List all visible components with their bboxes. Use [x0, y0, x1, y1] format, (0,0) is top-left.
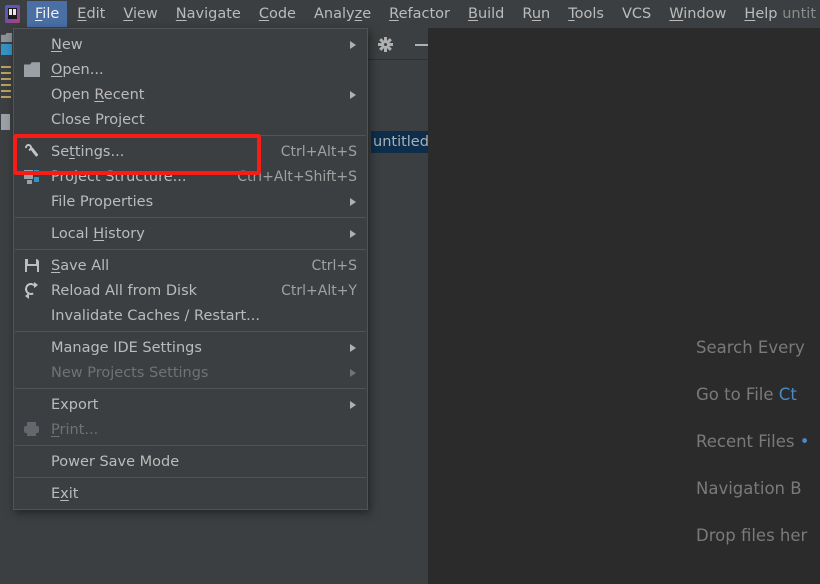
menu-item-label: File Properties [51, 193, 154, 210]
menu-item-label: New Projects Settings [51, 364, 209, 381]
menu-item-shortcut: Ctrl+S [311, 257, 357, 274]
menu-item-label: Reload All from Disk [51, 282, 198, 299]
chevron-right-icon [350, 41, 356, 49]
menu-separator [15, 135, 366, 136]
menu-item-project-structure[interactable]: Project Structure... Ctrl+Alt+Shift+S [14, 164, 367, 189]
menu-item-label: Export [51, 396, 99, 413]
menu-item-shortcut: Ctrl+Alt+Y [281, 282, 357, 299]
menu-item-label: Print... [51, 421, 99, 438]
editor-hint-list: Search Every Go to File Ct Recent Files • N… [696, 338, 820, 573]
editor-hint-shortcut: Ct [773, 385, 797, 404]
chevron-right-icon [350, 198, 356, 206]
menu-separator [15, 249, 366, 250]
menu-item-shortcut: Ctrl+Alt+Shift+S [237, 168, 357, 185]
module-icon[interactable] [1, 44, 12, 55]
menu-item-new[interactable]: New [14, 32, 367, 57]
gear-icon[interactable] [378, 37, 393, 52]
project-folder-icon[interactable] [1, 32, 12, 42]
menu-item-reload-all-from-disk[interactable]: Reload All from Disk Ctrl+Alt+Y [14, 278, 367, 303]
menu-item-label: Open Recent [51, 86, 145, 103]
menubar-item-run[interactable]: Run [514, 1, 558, 27]
window-title: untit [782, 6, 816, 22]
menu-item-label: Close Project [51, 111, 145, 128]
menu-item-invalidate-caches-restart[interactable]: Invalidate Caches / Restart... [14, 303, 367, 328]
chevron-right-icon [350, 91, 356, 99]
folder-icon [24, 62, 40, 77]
file-menu-dropdown[interactable]: New Open... Open Recent Close Project Settin… [13, 28, 368, 510]
editor-hint-label: Drop files her [696, 526, 808, 545]
menu-separator [15, 388, 366, 389]
menubar-item-help[interactable]: Help [736, 1, 785, 27]
save-disk-icon [24, 257, 40, 273]
menu-item-local-history[interactable]: Local History [14, 221, 367, 246]
menubar-item-build[interactable]: Build [460, 1, 512, 27]
menu-item-label: Open... [51, 61, 104, 78]
menu-item-new-projects-settings: New Projects Settings [14, 360, 367, 385]
editor-hint-label: Search Every [696, 338, 805, 357]
idea-window: File Edit View Navigate Code Analyze Refactor B… [0, 0, 820, 584]
menu-separator [15, 477, 366, 478]
menu-bar: File Edit View Navigate Code Analyze Refactor B… [0, 0, 820, 28]
editor-empty-area: Search Every Go to File Ct Recent Files • N… [428, 28, 820, 584]
editor-hint-recent-files: Recent Files • [696, 432, 820, 452]
menubar-item-file[interactable]: File [27, 1, 68, 27]
chevron-right-icon [350, 401, 356, 409]
menu-item-export[interactable]: Export [14, 392, 367, 417]
menu-item-power-save-mode[interactable]: Power Save Mode [14, 449, 367, 474]
menu-item-settings[interactable]: Settings... Ctrl+Alt+S [14, 139, 367, 164]
menu-item-open-recent[interactable]: Open Recent [14, 82, 367, 107]
chevron-right-icon [350, 369, 356, 377]
project-structure-icon [24, 168, 40, 184]
menu-separator [15, 331, 366, 332]
menu-item-file-properties[interactable]: File Properties [14, 189, 367, 214]
editor-hint-search-every: Search Every [696, 338, 820, 358]
menu-item-label: Local History [51, 225, 145, 242]
chevron-right-icon [350, 344, 356, 352]
menu-item-label: Exit [51, 485, 79, 502]
intellij-idea-logo-icon [2, 3, 24, 25]
editor-hint-label: Navigation B [696, 479, 802, 498]
menu-item-label: New [51, 36, 83, 53]
editor-hint-go-to-file: Go to File Ct [696, 385, 820, 405]
structure-list-icon[interactable] [1, 66, 11, 100]
menubar-item-tools[interactable]: Tools [560, 1, 612, 27]
menu-item-open[interactable]: Open... [14, 57, 367, 82]
reload-icon [23, 281, 40, 299]
menubar-item-vcs[interactable]: VCS [614, 1, 659, 27]
menubar-item-view[interactable]: View [115, 1, 165, 27]
menubar-item-window[interactable]: Window [661, 1, 734, 27]
menubar-item-refactor[interactable]: Refactor [381, 1, 458, 27]
menu-separator [15, 217, 366, 218]
chevron-right-icon [350, 230, 356, 238]
editor-hint-label: Go to File [696, 385, 774, 404]
menu-item-label: Settings... [51, 143, 125, 160]
menubar-item-analyze[interactable]: Analyze [306, 1, 379, 27]
editor-hint-label: Recent Files [696, 432, 795, 451]
editor-hint-navigation-b: Navigation B [696, 479, 820, 499]
menu-item-label: Manage IDE Settings [51, 339, 202, 356]
menubar-item-navigate[interactable]: Navigate [168, 1, 249, 27]
printer-icon [24, 421, 40, 437]
menu-item-save-all[interactable]: Save All Ctrl+S [14, 253, 367, 278]
menu-item-label: Invalidate Caches / Restart... [51, 307, 260, 324]
menu-item-label: Save All [51, 257, 110, 274]
menu-item-exit[interactable]: Exit [14, 481, 367, 506]
menu-item-label: Power Save Mode [51, 453, 180, 470]
editor-hint-drop-files-her: Drop files her [696, 526, 820, 546]
editor-hint-shortcut: • [794, 432, 810, 451]
menu-item-close-project[interactable]: Close Project [14, 107, 367, 132]
menu-item-print: Print... [14, 417, 367, 442]
favorites-icon[interactable] [1, 114, 10, 130]
menu-item-label: Project Structure... [51, 168, 187, 185]
wrench-icon [23, 142, 40, 159]
minimize-icon[interactable] [415, 44, 428, 46]
menubar-item-edit[interactable]: Edit [69, 1, 113, 27]
menubar-item-code[interactable]: Code [251, 1, 304, 27]
tool-window-strip[interactable] [0, 28, 13, 584]
menu-item-shortcut: Ctrl+Alt+S [280, 143, 357, 160]
menu-separator [15, 445, 366, 446]
menu-item-manage-ide-settings[interactable]: Manage IDE Settings [14, 335, 367, 360]
